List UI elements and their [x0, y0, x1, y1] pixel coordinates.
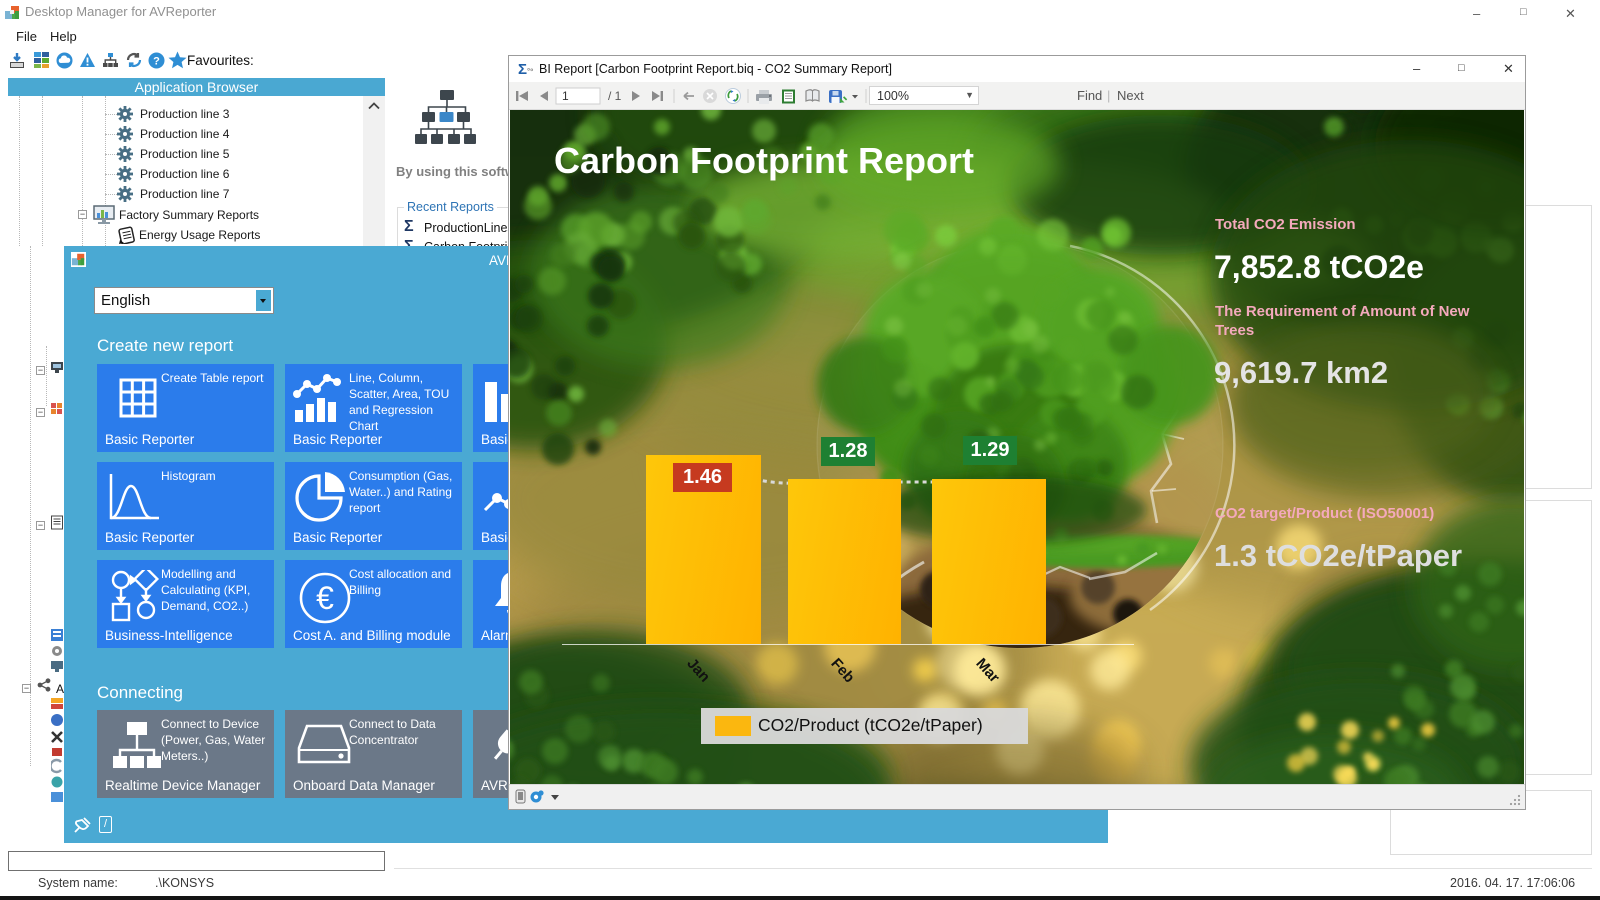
- svg-text:1: 1: [562, 89, 569, 103]
- svg-text:/ 1: / 1: [608, 89, 622, 103]
- svg-text:€: €: [316, 580, 334, 616]
- svg-text:?: ?: [153, 56, 160, 68]
